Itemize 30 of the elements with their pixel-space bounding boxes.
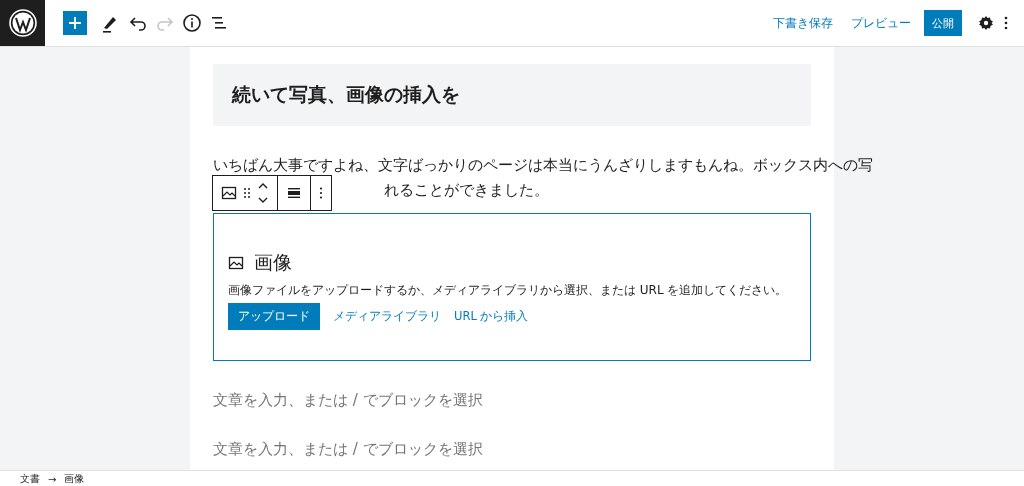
plus-icon (68, 16, 82, 30)
settings-button[interactable] (978, 15, 994, 31)
breadcrumb-separator: → (48, 473, 57, 485)
image-icon (228, 255, 244, 271)
image-placeholder[interactable]: 画像 画像ファイルをアップロードするか、メディアライブラリから選択、または URL を追加してください。 アップロード メディアライブラリ URL から挿入 (213, 213, 811, 361)
save-draft-button[interactable]: 下書き保存 (764, 10, 842, 36)
media-library-link[interactable]: メディアライブラリ (320, 309, 441, 324)
move-button[interactable] (257, 181, 269, 205)
heading-block: 続いて写真、画像の挿入を (213, 64, 811, 126)
insert-url-link[interactable]: URL から挿入 (441, 309, 529, 324)
info-button[interactable] (181, 11, 203, 35)
more-options-button[interactable] (1004, 15, 1008, 31)
add-block-button[interactable] (63, 11, 87, 35)
paragraph-line: いちばん大事ですよね、文字ばっかりのページは本当にうんざりしますもんね。ボックス内への写 (213, 155, 873, 176)
paragraph-placeholder[interactable]: 文章を入力、または / でブロックを選択 (213, 439, 811, 459)
wordpress-logo[interactable] (0, 0, 45, 46)
publish-button[interactable]: 公開 (924, 10, 962, 36)
info-icon (181, 12, 203, 34)
breadcrumb-item[interactable]: 画像 (64, 472, 85, 486)
breadcrumb-item[interactable]: 文書 (20, 472, 40, 486)
align-button[interactable] (286, 185, 302, 201)
image-block-button[interactable] (221, 185, 237, 201)
block-title: 画像 (254, 250, 292, 275)
block-options-button[interactable] (319, 186, 323, 200)
preview-button[interactable]: プレビュー (842, 10, 920, 36)
paragraph-placeholder[interactable]: 文章を入力、または / でブロックを選択 (213, 390, 811, 410)
block-description: 画像ファイルをアップロードするか、メディアライブラリから選択、または URL を追加してください。 (228, 282, 789, 299)
paragraph-line: れることができました。 (384, 180, 549, 201)
upload-button[interactable]: アップロード (228, 303, 320, 330)
drag-handle[interactable] (243, 187, 251, 199)
